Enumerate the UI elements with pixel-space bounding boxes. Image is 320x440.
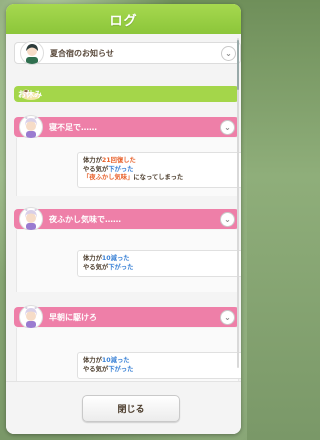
event-card: 体力が21回復した やる気が下がった 「夜ふかし気味」になってしまった <box>16 138 241 196</box>
chevron-down-icon[interactable]: ⌄ <box>220 212 235 227</box>
character-avatar <box>20 41 44 65</box>
detail-text: 体力が <box>83 357 102 364</box>
detail-value: 下がった <box>108 263 134 271</box>
notice-label: 夏合宿のお知らせ <box>50 49 114 58</box>
rest-row: お休み <box>14 86 239 102</box>
character-avatar <box>19 305 43 329</box>
dialog-title: ログ <box>6 4 241 34</box>
event-card: 体力が10減った やる気が下がった <box>16 230 241 292</box>
detail-value: 10減った <box>101 255 130 262</box>
close-button[interactable]: 閉じる <box>82 395 180 422</box>
detail-text: やる気が <box>83 365 109 373</box>
scrollbar-thumb[interactable] <box>237 40 239 90</box>
dialog-footer: 閉じる <box>6 381 241 434</box>
detail-text: になってしまった <box>133 174 184 181</box>
detail-value: 下がった <box>108 365 134 373</box>
detail-text: 体力が <box>83 157 102 164</box>
character-avatar <box>19 115 43 139</box>
event-header[interactable]: 寝不足で…… ⌄ <box>14 115 239 139</box>
character-avatar <box>19 207 43 231</box>
detail-value: 「夜ふかし気味」 <box>83 174 134 181</box>
rest-label: お休み <box>18 90 42 99</box>
detail-value: 21回復した <box>101 157 136 164</box>
event-detail: 体力が10減った やる気が下がった <box>77 250 241 277</box>
log-dialog: ログ 夏合宿のお知らせ ⌄ お休み 寝不足で…… ⌄ 体力が21回復した やる気… <box>6 4 241 434</box>
detail-text: やる気が <box>83 263 109 271</box>
detail-value: 下がった <box>108 165 134 173</box>
chevron-down-icon[interactable]: ⌄ <box>220 120 235 135</box>
event-title: 夜ふかし気味で…… <box>49 215 121 224</box>
event-detail: 体力が10減った やる気が下がった <box>77 352 241 379</box>
event-title: 寝不足で…… <box>49 123 97 132</box>
detail-text: やる気が <box>83 165 109 173</box>
event-title: 早朝に駆けろ <box>49 313 97 322</box>
notice-row[interactable]: 夏合宿のお知らせ ⌄ <box>14 41 241 65</box>
event-header[interactable]: 早朝に駆けろ ⌄ <box>14 305 239 329</box>
log-list[interactable]: 夏合宿のお知らせ ⌄ お休み 寝不足で…… ⌄ 体力が21回復した やる気が下が… <box>6 34 241 382</box>
event-card: 体力が10減った やる気が下がった <box>16 328 241 382</box>
detail-value: 10減った <box>101 357 130 364</box>
detail-text: 体力が <box>83 255 102 262</box>
chevron-down-icon[interactable]: ⌄ <box>221 46 236 61</box>
event-detail: 体力が21回復した やる気が下がった 「夜ふかし気味」になってしまった <box>77 152 241 188</box>
event-header[interactable]: 夜ふかし気味で…… ⌄ <box>14 207 239 231</box>
chevron-down-icon[interactable]: ⌄ <box>220 310 235 325</box>
